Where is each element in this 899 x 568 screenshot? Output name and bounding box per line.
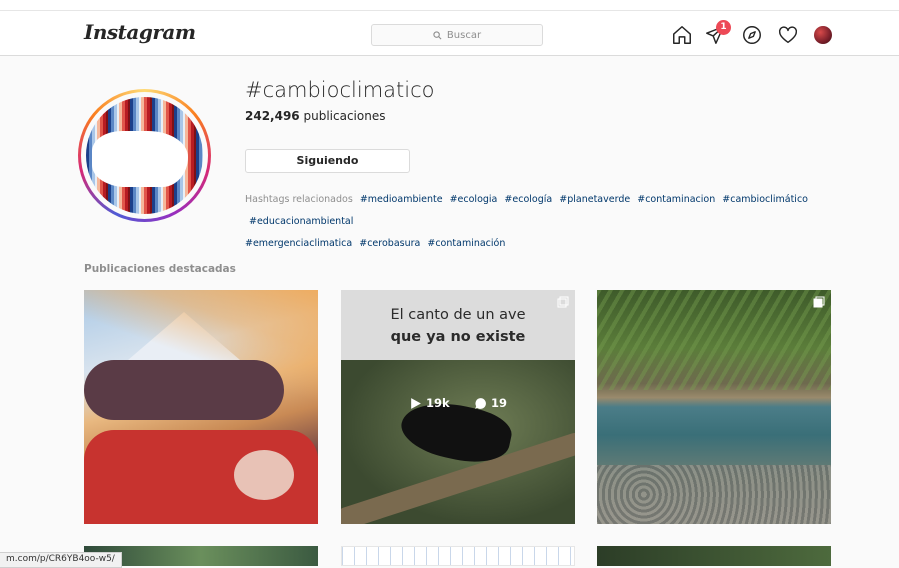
browser-status-url: m.com/p/CR6YB4oo-w5/: [0, 552, 122, 568]
related-hashtag-link[interactable]: #cambioclimático: [722, 194, 808, 205]
post-comments-count: 19: [491, 396, 508, 410]
top-navigation-bar: Instagram Buscar 1: [0, 0, 899, 56]
post-caption-line-2: que ya no existe: [390, 329, 526, 345]
related-hashtag-link[interactable]: #contaminación: [427, 238, 505, 249]
related-hashtag-link[interactable]: #cerobasura: [359, 238, 420, 249]
post-caption: El canto de un ave que ya no existe: [341, 304, 575, 348]
carousel-icon: [813, 296, 825, 308]
featured-post-camping[interactable]: [84, 290, 318, 524]
related-hashtag-link[interactable]: #medioambiente: [360, 194, 443, 205]
post-likes-count: 19k: [426, 396, 450, 410]
related-hashtags: Hashtags relacionados #medioambiente #ec…: [245, 189, 895, 255]
comment-icon: [475, 397, 486, 409]
related-hashtag-link[interactable]: #planetaverde: [559, 194, 630, 205]
related-hashtag-link[interactable]: #contaminacion: [637, 194, 715, 205]
related-hashtag-link[interactable]: #educacionambiental: [249, 216, 353, 227]
post-count-number: 242,496: [245, 109, 300, 123]
related-hashtags-label: Hashtags relacionados: [245, 194, 353, 205]
carousel-icon: [557, 296, 569, 308]
related-hashtag-link[interactable]: #emergenciaclimatica: [245, 238, 352, 249]
home-icon[interactable]: [671, 24, 693, 46]
search-input[interactable]: Buscar: [371, 24, 543, 46]
featured-post-river[interactable]: [597, 290, 831, 524]
following-button[interactable]: Siguiendo: [245, 149, 410, 173]
related-hashtag-link[interactable]: #ecologia: [450, 194, 498, 205]
notification-badge: 1: [716, 20, 731, 35]
post-grid-thumbnail[interactable]: [597, 546, 831, 566]
post-comments: 19: [474, 396, 507, 410]
hashtag-title: #cambioclimatico: [245, 78, 435, 102]
featured-post-bird[interactable]: El canto de un ave que ya no existe 19k …: [341, 290, 575, 524]
post-count-label: publicaciones: [303, 109, 386, 123]
explore-icon[interactable]: [741, 24, 763, 46]
activity-heart-icon[interactable]: [777, 24, 799, 46]
post-grid-thumbnail[interactable]: [341, 546, 575, 566]
featured-posts-title: Publicaciones destacadas: [84, 263, 236, 275]
search-icon: [433, 30, 442, 39]
related-hashtag-link[interactable]: #ecología: [504, 194, 552, 205]
browser-edge-line: [0, 10, 899, 11]
hashtag-profile-image: [78, 89, 211, 222]
post-likes: 19k: [409, 396, 450, 410]
instagram-logo[interactable]: Instagram: [84, 20, 196, 44]
post-count: 242,496 publicaciones: [245, 109, 385, 123]
play-icon: [411, 397, 421, 409]
search-placeholder: Buscar: [446, 29, 482, 41]
profile-avatar[interactable]: [814, 26, 832, 44]
post-caption-line-1: El canto de un ave: [390, 307, 526, 323]
